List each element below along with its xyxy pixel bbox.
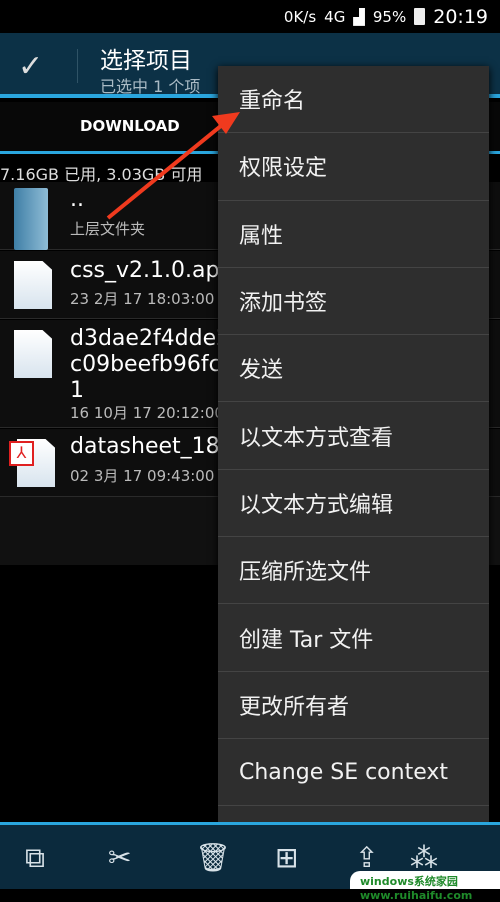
select-all-icon[interactable]: ⊞	[275, 841, 298, 874]
watermark: windows系统家园 www.ruihaifu.com	[350, 871, 500, 902]
share-icon[interactable]: ⇪	[355, 841, 378, 874]
annotation-arrow	[106, 112, 240, 220]
cut-icon[interactable]: ✂	[108, 841, 131, 874]
copy-icon[interactable]: ⧉	[25, 841, 45, 875]
more-icon[interactable]: ⁂	[410, 841, 438, 874]
delete-icon[interactable]: 🗑	[195, 841, 231, 874]
